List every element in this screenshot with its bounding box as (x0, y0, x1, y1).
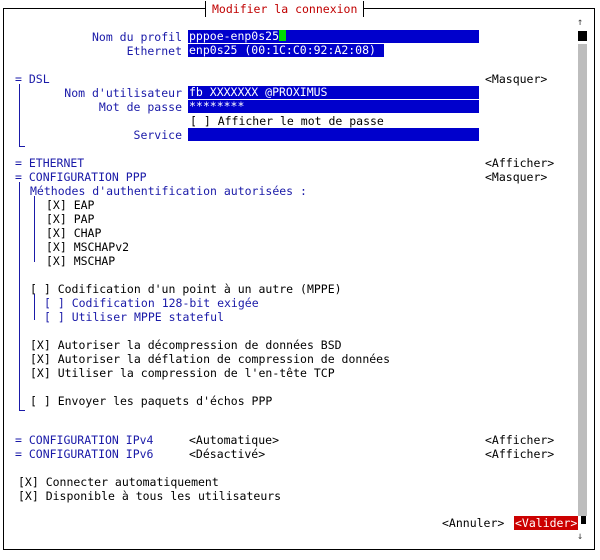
password-label: Mot de passe (98, 100, 182, 114)
ipv6-toggle-button[interactable]: <Afficher> (485, 447, 554, 461)
scroll-up-arrow-icon[interactable]: ↑ (577, 18, 583, 28)
dsl-section-header[interactable]: = DSL (15, 72, 50, 86)
ipv4-section-header[interactable]: = CONFIGURATION IPv4 (15, 433, 153, 447)
mppe-tree-line (34, 294, 35, 320)
auth-methods-title: Méthodes d'authentification autorisées : (30, 184, 307, 198)
ipv6-mode-select[interactable]: <Désactivé> (189, 447, 265, 461)
mppe-stateful-checkbox[interactable]: [ ] Utiliser MPPE stateful (44, 310, 224, 324)
tcp-header-compression-checkbox[interactable]: [X] Utiliser la compression de l'en-tête… (30, 366, 335, 380)
ppp-toggle-button[interactable]: <Masquer> (485, 170, 547, 184)
all-users-checkbox[interactable]: [X] Disponible à tous les utilisateurs (18, 489, 281, 503)
auth-tree-line (34, 196, 35, 262)
auth-chap-checkbox[interactable]: [X] CHAP (46, 226, 101, 240)
ppp-section-header[interactable]: = CONFIGURATION PPP (15, 170, 147, 184)
profile-name-input[interactable]: pppoe-enp0s25 (188, 30, 479, 43)
scroll-down-arrow-icon[interactable]: ↓ (577, 532, 583, 542)
ppp-echo-checkbox[interactable]: [ ] Envoyer les paquets d'échos PPP (30, 394, 272, 408)
ppp-tree-end (19, 410, 25, 411)
bsd-compression-checkbox[interactable]: [X] Autoriser la décompression de donnée… (30, 338, 342, 352)
ipv6-section-header[interactable]: = CONFIGURATION IPv6 (15, 447, 153, 461)
ipv4-toggle-button[interactable]: <Afficher> (485, 433, 554, 447)
auto-connect-checkbox[interactable]: [X] Connecter automatiquement (18, 475, 219, 489)
dsl-toggle-button[interactable]: <Masquer> (485, 72, 547, 86)
auth-mschapv2-checkbox[interactable]: [X] MSCHAPv2 (46, 240, 129, 254)
username-input[interactable]: fb XXXXXXX @PROXIMUS (188, 86, 479, 99)
auth-mschap-checkbox[interactable]: [X] MSCHAP (46, 254, 115, 268)
dialog-title: Modifier la connexion (205, 1, 365, 17)
username-label: Nom d'utilisateur (64, 86, 182, 100)
cancel-button[interactable]: <Annuler> (442, 516, 504, 530)
mppe-checkbox[interactable]: [ ] Codification d'un point à un autre (… (30, 282, 342, 296)
ethernet-section-header[interactable]: = ETHERNET (15, 156, 84, 170)
scrollbar-track[interactable] (578, 44, 587, 516)
deflate-compression-checkbox[interactable]: [X] Autoriser la déflation de compressio… (30, 352, 390, 366)
text-cursor (279, 30, 287, 41)
ppp-tree-line (19, 182, 20, 410)
ipv4-mode-select[interactable]: <Automatique> (189, 433, 279, 447)
dsl-tree-end (19, 146, 25, 147)
service-input[interactable] (188, 128, 479, 141)
password-input[interactable]: ******** (188, 100, 479, 113)
show-password-checkbox[interactable]: [ ] Afficher le mot de passe (190, 114, 384, 128)
device-input[interactable]: enp0s25 (00:1C:C0:92:A2:08) (188, 44, 384, 57)
mppe-128-checkbox[interactable]: [ ] Codification 128-bit exigée (44, 296, 259, 310)
auth-eap-checkbox[interactable]: [X] EAP (46, 198, 94, 212)
auth-pap-checkbox[interactable]: [X] PAP (46, 212, 94, 226)
device-label: Ethernet (126, 44, 182, 58)
ethernet-toggle-button[interactable]: <Afficher> (485, 156, 554, 170)
service-label: Service (133, 128, 182, 142)
scrollbar-thumb[interactable] (578, 31, 587, 41)
profile-name-label: Nom du profil (91, 30, 182, 44)
ok-button[interactable]: <Valider> (514, 516, 579, 530)
